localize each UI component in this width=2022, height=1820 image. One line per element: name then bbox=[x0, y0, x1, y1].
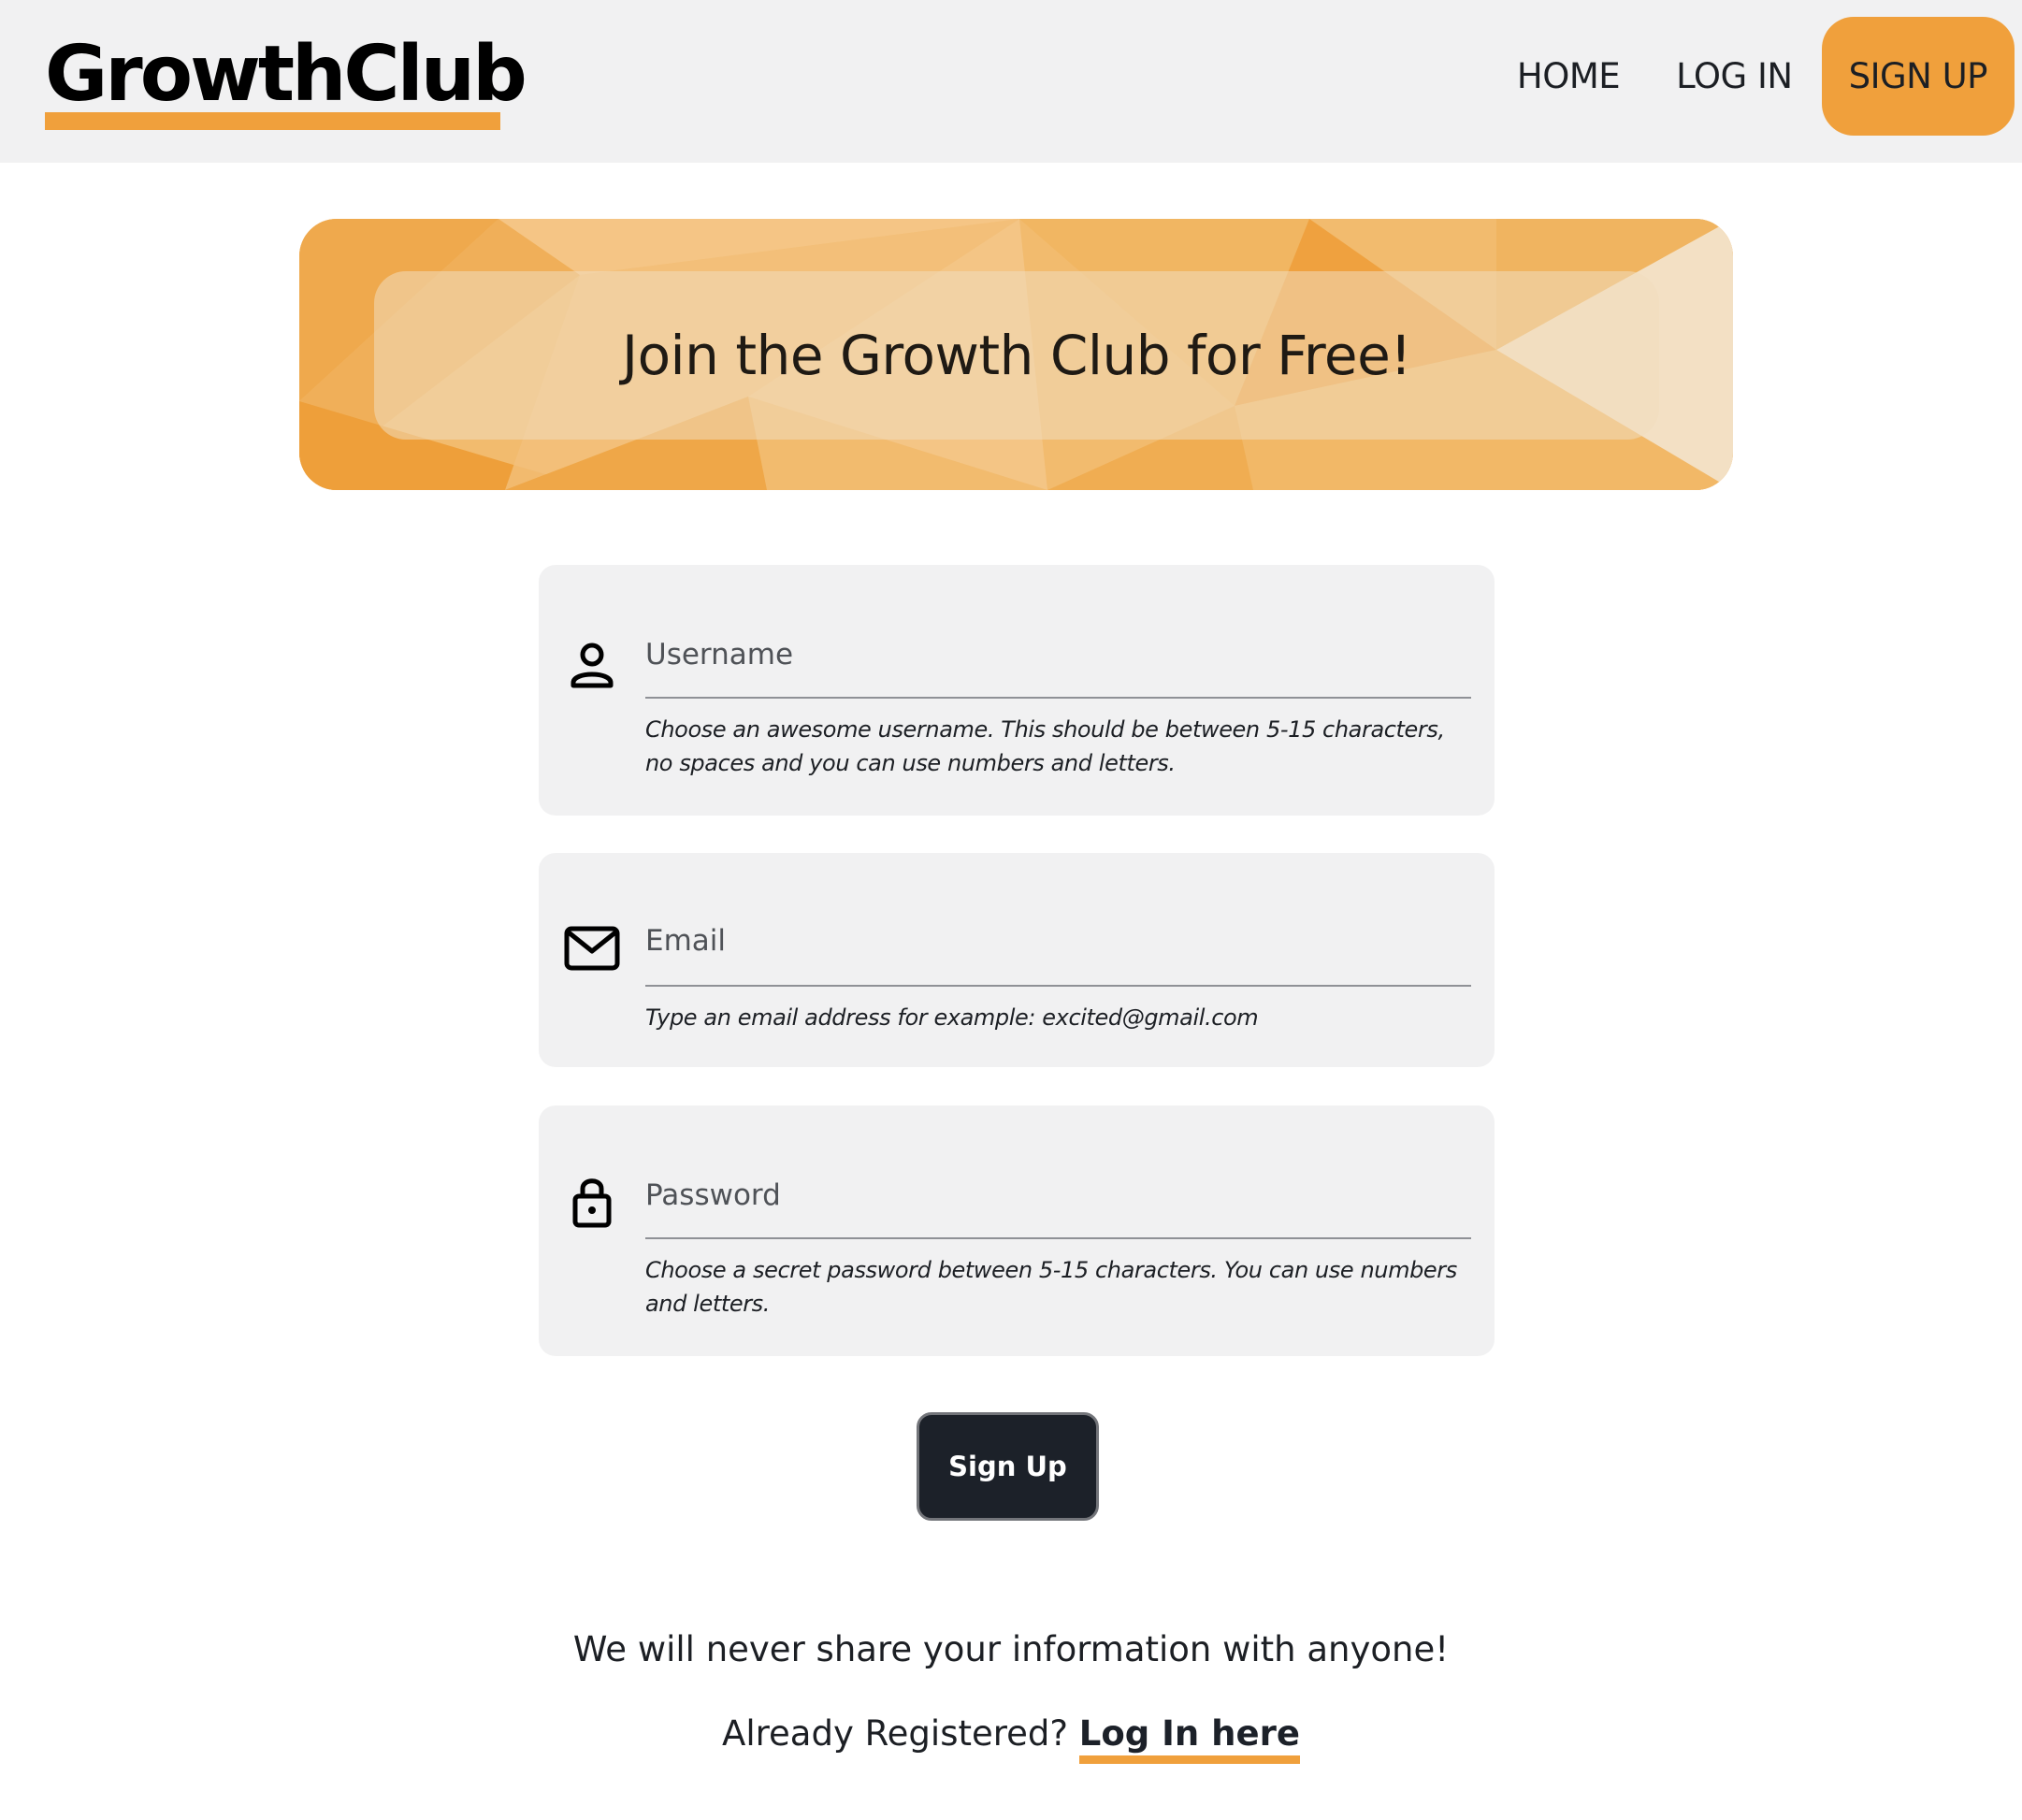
password-input-underline bbox=[645, 1237, 1471, 1239]
username-help-text: Choose an awesome username. This should … bbox=[645, 716, 1445, 776]
username-field-card: Username Choose an awesome username. Thi… bbox=[539, 565, 1495, 816]
nav-home-link[interactable]: HOME bbox=[1489, 56, 1648, 96]
nav-login-link[interactable]: LOG IN bbox=[1648, 56, 1820, 96]
signup-submit-button[interactable]: Sign Up bbox=[917, 1412, 1099, 1521]
password-input[interactable]: Password bbox=[645, 1178, 781, 1212]
password-help-text: Choose a secret password between 5-15 ch… bbox=[645, 1257, 1457, 1317]
envelope-icon bbox=[564, 926, 620, 971]
username-input[interactable]: Username bbox=[645, 638, 793, 672]
login-here-link[interactable]: Log In here bbox=[1078, 1713, 1300, 1764]
logo-underline bbox=[45, 112, 500, 130]
password-field-card: Password Choose a secret password betwee… bbox=[539, 1105, 1495, 1356]
email-help-text: Type an email address for example: excit… bbox=[645, 1004, 1259, 1031]
already-registered-line: Already Registered? Log In here bbox=[0, 1713, 2022, 1764]
user-icon bbox=[570, 643, 614, 688]
site-header: GrowthClub HOME LOG IN SIGN UP bbox=[0, 0, 2022, 163]
username-input-underline bbox=[645, 697, 1471, 699]
banner-panel: Join the Growth Club for Free! bbox=[374, 271, 1659, 440]
banner-title: Join the Growth Club for Free! bbox=[621, 324, 1412, 387]
already-registered-text: Already Registered? bbox=[722, 1713, 1069, 1754]
hero-banner: Join the Growth Club for Free! bbox=[299, 219, 1733, 490]
lock-icon bbox=[572, 1178, 612, 1228]
main-nav: HOME LOG IN SIGN UP bbox=[1489, 17, 2015, 136]
privacy-note: We will never share your information wit… bbox=[572, 1629, 1450, 1669]
site-logo[interactable]: GrowthClub bbox=[45, 32, 527, 118]
nav-signup-button[interactable]: SIGN UP bbox=[1821, 17, 2015, 136]
email-input-underline bbox=[645, 985, 1471, 987]
email-input[interactable]: Email bbox=[645, 924, 726, 958]
email-field-card: Email Type an email address for example:… bbox=[539, 853, 1495, 1067]
